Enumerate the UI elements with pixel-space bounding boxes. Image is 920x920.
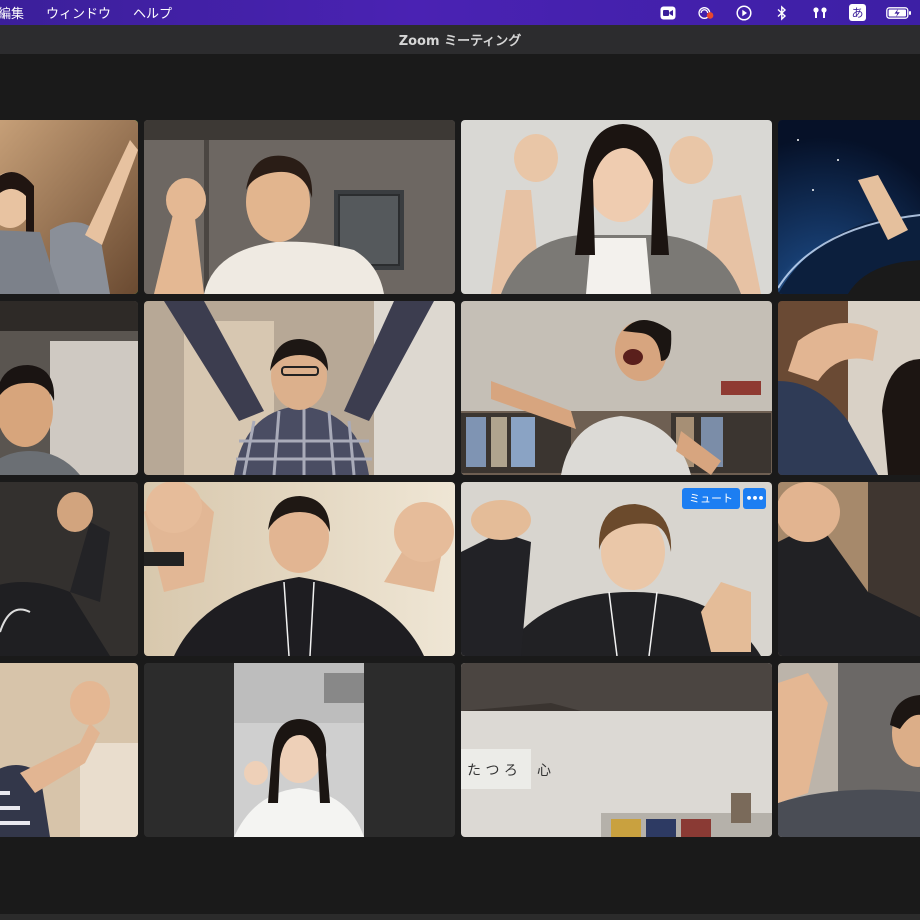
more-options-button[interactable]: ••• xyxy=(743,488,766,509)
ime-icon[interactable]: あ xyxy=(849,4,866,21)
airpods-icon[interactable] xyxy=(811,5,829,21)
gallery-view: ミュート ••• た つ ろ 心 xyxy=(0,54,920,920)
window-title: Zoom ミーティング xyxy=(398,34,522,49)
svg-text:た つ ろ: た つ ろ xyxy=(467,763,518,779)
bluetooth-icon[interactable] xyxy=(773,4,791,21)
menu-window[interactable]: ウィンドウ xyxy=(46,3,111,22)
video-tile-9[interactable] xyxy=(0,482,138,656)
menu-items: 編集 ウィンドウ ヘルプ xyxy=(0,3,194,22)
menu-bar: 編集 ウィンドウ ヘルプ あ xyxy=(0,0,920,25)
video-tile-15[interactable]: た つ ろ 心 xyxy=(461,663,772,837)
status-area: あ xyxy=(659,0,912,25)
video-tile-12[interactable] xyxy=(778,482,920,656)
video-tile-11[interactable]: ミュート ••• xyxy=(461,482,772,656)
video-tile-7[interactable] xyxy=(461,301,772,475)
svg-text:心: 心 xyxy=(537,763,551,779)
tile-hover-controls: ミュート ••• xyxy=(682,488,766,509)
video-tile-1[interactable] xyxy=(0,120,138,294)
video-tile-8[interactable] xyxy=(778,301,920,475)
menu-edit[interactable]: 編集 xyxy=(0,3,24,22)
video-tile-16[interactable] xyxy=(778,663,920,837)
screen-record-icon[interactable] xyxy=(697,5,715,21)
mute-button[interactable]: ミュート xyxy=(682,488,740,509)
video-tile-14[interactable] xyxy=(144,663,455,837)
video-tile-5[interactable] xyxy=(0,301,138,475)
video-tile-13[interactable] xyxy=(0,663,138,837)
window-bottom-edge xyxy=(0,914,920,920)
video-tile-6[interactable] xyxy=(144,301,455,475)
video-tile-4[interactable] xyxy=(778,120,920,294)
window-title-bar: Zoom ミーティング xyxy=(0,25,920,55)
battery-icon[interactable] xyxy=(886,5,912,21)
zoom-video-icon[interactable] xyxy=(659,5,677,21)
video-tile-3[interactable] xyxy=(461,120,772,294)
video-tile-2[interactable] xyxy=(144,120,455,294)
menu-help[interactable]: ヘルプ xyxy=(133,3,172,22)
video-tile-10[interactable] xyxy=(144,482,455,656)
play-icon[interactable] xyxy=(735,4,753,21)
